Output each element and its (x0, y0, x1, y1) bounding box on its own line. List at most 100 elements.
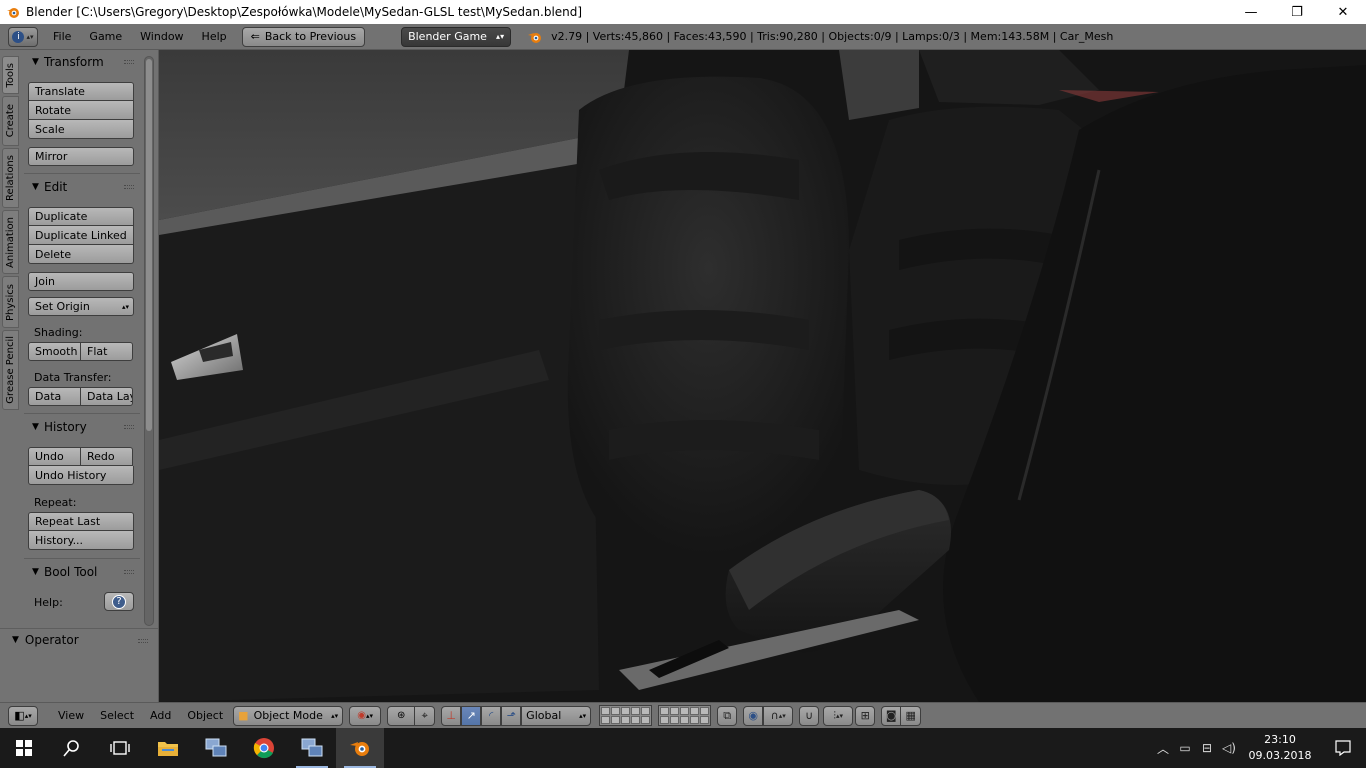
manipulator-center-button[interactable]: ⌖ (415, 705, 436, 726)
set-origin-dropdown[interactable]: Set Origin ▴▾ (28, 297, 134, 316)
clock[interactable]: 23:10 09.03.2018 (1240, 732, 1320, 764)
clock-time: 23:10 (1264, 733, 1296, 746)
tab-animation[interactable]: Animation (2, 210, 19, 274)
undo-button[interactable]: Undo (28, 447, 81, 466)
data-layout-button[interactable]: Data Lay (80, 387, 133, 406)
3d-viewport[interactable] (159, 50, 1366, 702)
chevron-updown-icon: ▴▾ (331, 711, 339, 720)
object-cube-icon: ■ (238, 709, 249, 722)
lock-layers-button[interactable]: ⧉ (717, 705, 738, 726)
back-arrow-icon: ⇐ (250, 30, 260, 43)
file-explorer-icon[interactable] (144, 728, 192, 768)
translate-button[interactable]: Translate (28, 82, 134, 101)
drag-grip-icon[interactable] (138, 639, 148, 643)
menu-window[interactable]: Window (131, 30, 192, 43)
editor-type-button[interactable]: ◧ ▴▾ (8, 705, 38, 726)
tab-physics[interactable]: Physics (2, 276, 19, 328)
mirror-button[interactable]: Mirror (28, 147, 134, 166)
smooth-button[interactable]: Smooth (28, 342, 81, 361)
menu-add[interactable]: Add (142, 709, 179, 722)
menu-select[interactable]: Select (92, 709, 142, 722)
redo-button[interactable]: Redo (80, 447, 133, 466)
render-animation-button[interactable]: ▦ (901, 705, 922, 726)
network-icon[interactable]: ⊟ (1196, 741, 1218, 755)
panel-history-header[interactable]: ▼ History (24, 416, 140, 438)
repeat-label: Repeat: (34, 496, 77, 509)
battery-icon[interactable]: ▭ (1174, 741, 1196, 755)
clapperboard-icon: ▦ (905, 709, 916, 722)
panel-operator-header[interactable]: ▼ Operator (12, 633, 79, 647)
volume-icon[interactable]: ◁) (1218, 741, 1240, 755)
snap-target-button[interactable]: ⊞ (855, 705, 876, 726)
scale-manipulator-button[interactable]: ⬏ (501, 705, 522, 726)
tab-create[interactable]: Create (2, 96, 19, 146)
app-window-icon[interactable] (192, 728, 240, 768)
restore-icon[interactable]: ❐ (1274, 0, 1320, 24)
menu-help[interactable]: Help (193, 30, 236, 43)
editor-type-button[interactable]: i ▴▾ (8, 26, 38, 47)
snap-target-icon: ⊞ (860, 709, 870, 722)
viewport-shading-button[interactable]: ◉ ▴▾ (349, 705, 382, 726)
layers-grid-1[interactable] (599, 705, 653, 726)
notifications-icon[interactable] (1320, 740, 1366, 756)
panel-bool-tool-header[interactable]: ▼ Bool Tool (24, 561, 140, 583)
panel-edit-header[interactable]: ▼ Edit (24, 176, 140, 198)
rotate-button[interactable]: Rotate (28, 101, 134, 120)
flat-button[interactable]: Flat (80, 342, 133, 361)
collapse-triangle-icon: ▼ (32, 57, 39, 67)
pivot-point-button[interactable]: ⊛ (387, 705, 416, 726)
drag-grip-icon[interactable] (124, 185, 134, 189)
duplicate-button[interactable]: Duplicate (28, 207, 134, 226)
tab-grease-pencil[interactable]: Grease Pencil (2, 330, 19, 410)
panel-edit-title: Edit (44, 180, 68, 194)
search-icon[interactable] (48, 728, 96, 768)
translate-manipulator-button[interactable]: ↗ (461, 705, 482, 726)
blender-icon[interactable] (336, 728, 384, 768)
falloff-select[interactable]: ∩ ▴▾ (763, 705, 794, 726)
snap-toggle-button[interactable]: ∪ (799, 705, 820, 726)
start-icon[interactable] (0, 728, 48, 768)
history-button[interactable]: History... (28, 531, 134, 550)
delete-button[interactable]: Delete (28, 245, 134, 264)
render-opengl-button[interactable]: ◙ (881, 705, 902, 726)
orientation-value: Global (526, 709, 562, 722)
duplicate-linked-button[interactable]: Duplicate Linked (28, 226, 134, 245)
scale-button[interactable]: Scale (28, 120, 134, 139)
chrome-icon[interactable] (240, 728, 288, 768)
data-button[interactable]: Data (28, 387, 81, 406)
rotate-manipulator-button[interactable]: ◜ (481, 705, 502, 726)
layers-grid-2[interactable] (658, 705, 712, 726)
panel-transform-header[interactable]: ▼ Transform (24, 51, 140, 73)
tab-tools[interactable]: Tools (2, 56, 19, 94)
close-icon[interactable]: ✕ (1320, 0, 1366, 24)
menu-game[interactable]: Game (80, 30, 131, 43)
render-engine-select[interactable]: Blender Game ▴▾ (401, 26, 512, 47)
repeat-last-button[interactable]: Repeat Last (28, 512, 134, 531)
menu-object[interactable]: Object (179, 709, 231, 722)
help-label: Help: (34, 596, 63, 609)
scrollbar-thumb[interactable] (146, 59, 152, 431)
undo-history-button[interactable]: Undo History (28, 466, 134, 485)
3d-view-header: ◧ ▴▾ View Select Add Object ■ Object Mod… (0, 702, 1366, 728)
snap-element-select[interactable]: ⫶ ▴▾ (823, 705, 854, 726)
join-button[interactable]: Join (28, 272, 134, 291)
drag-grip-icon[interactable] (124, 60, 134, 64)
menu-view[interactable]: View (50, 709, 92, 722)
drag-grip-icon[interactable] (124, 570, 134, 574)
minimize-icon[interactable]: — (1228, 0, 1274, 24)
app-window-2-icon[interactable] (288, 728, 336, 768)
menu-file[interactable]: File (44, 30, 80, 43)
tool-shelf-scrollbar[interactable] (144, 56, 154, 626)
manipulator-toggle-button[interactable]: ⊥ (441, 705, 462, 726)
tab-relations[interactable]: Relations (2, 148, 19, 208)
transform-orientation-select[interactable]: Global ▴▾ (521, 705, 592, 726)
task-view-icon[interactable] (96, 728, 144, 768)
drag-grip-icon[interactable] (124, 425, 134, 429)
proportional-edit-button[interactable]: ◉ (743, 705, 764, 726)
mode-select[interactable]: ■ Object Mode ▴▾ (233, 705, 344, 726)
chevron-up-icon[interactable]: ︿ (1152, 740, 1174, 757)
help-button[interactable]: ? (104, 592, 134, 611)
axes-icon: ⊥ (446, 709, 456, 722)
stats-text: v2.79 | Verts:45,860 | Faces:43,590 | Tr… (551, 30, 1114, 43)
back-to-previous-button[interactable]: ⇐ Back to Previous (241, 26, 366, 47)
